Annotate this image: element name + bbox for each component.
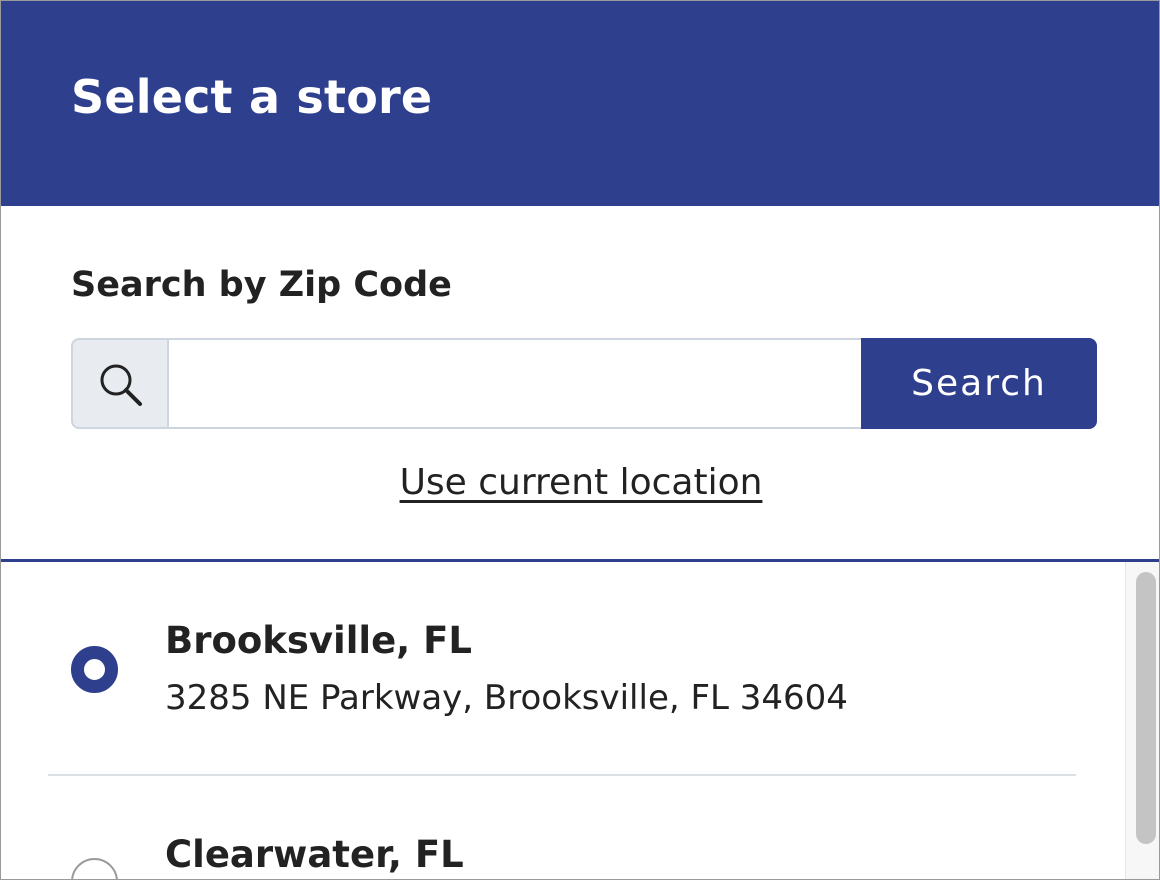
store-list: Brooksville, FL 3285 NE Parkway, Brooksv…: [1, 562, 1125, 879]
search-icon: [71, 338, 169, 429]
dialog-header: Select a store: [1, 1, 1159, 206]
store-radio-selected[interactable]: [71, 646, 118, 693]
store-name: Clearwater, FL: [165, 833, 464, 876]
scrollbar-thumb[interactable]: [1136, 572, 1156, 844]
search-button[interactable]: Search: [861, 338, 1097, 429]
store-list-item[interactable]: Clearwater, FL: [1, 775, 1125, 879]
store-address: 3285 NE Parkway, Brooksville, FL 34604: [165, 678, 848, 718]
scrollbar[interactable]: [1125, 562, 1159, 879]
zip-search-label: Search by Zip Code: [71, 265, 452, 305]
zip-search-group: Search: [71, 338, 1097, 429]
magnifier-glyph: [100, 364, 142, 406]
store-name: Brooksville, FL: [165, 619, 472, 662]
store-selector-dialog: Select a store Search by Zip Code Search…: [0, 0, 1160, 880]
dialog-title: Select a store: [71, 70, 433, 124]
use-current-location-link[interactable]: Use current location: [1, 459, 1159, 507]
zip-code-input[interactable]: [167, 338, 863, 429]
store-list-item[interactable]: Brooksville, FL 3285 NE Parkway, Brooksv…: [1, 562, 1125, 775]
